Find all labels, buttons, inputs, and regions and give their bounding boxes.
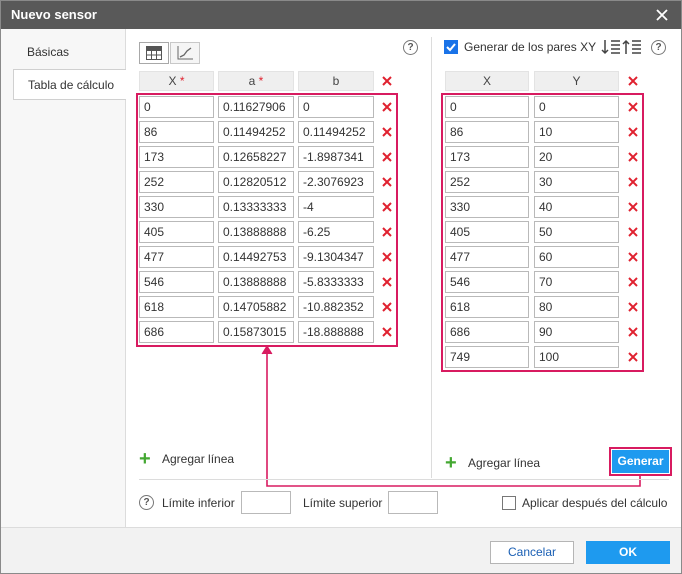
limits-help-icon[interactable]: ? bbox=[139, 495, 154, 510]
upper-limit-input[interactable] bbox=[388, 491, 438, 514]
new-sensor-dialog: Nuevo sensor Básicas Tabla de cálculo ? … bbox=[0, 0, 682, 574]
upper-limit-label: Límite superior bbox=[303, 496, 383, 510]
connector-arrow bbox=[261, 345, 641, 487]
tab-basicas[interactable]: Básicas bbox=[13, 37, 126, 68]
tab-basicas-label: Básicas bbox=[27, 45, 70, 59]
tab-tabla-de-calculo[interactable]: Tabla de cálculo bbox=[13, 69, 126, 100]
lower-limit-label: Límite inferior bbox=[162, 496, 235, 510]
ok-button[interactable]: OK bbox=[586, 541, 670, 564]
apply-after-checkbox[interactable] bbox=[502, 496, 516, 510]
dialog-footer: Cancelar OK bbox=[1, 527, 681, 573]
close-icon[interactable] bbox=[651, 4, 673, 26]
dialog-title: Nuevo sensor bbox=[11, 7, 97, 22]
bottom-divider bbox=[139, 479, 669, 480]
cancel-button[interactable]: Cancelar bbox=[490, 541, 574, 564]
lower-limit-input[interactable] bbox=[241, 491, 291, 514]
calc-table-panel: ? X * a * b 0 0.11627906 0 86 0.11494252 0.11… bbox=[127, 29, 681, 527]
title-bar: Nuevo sensor bbox=[1, 1, 681, 29]
tab-tabla-label: Tabla de cálculo bbox=[28, 78, 115, 92]
sidebar: Básicas Tabla de cálculo bbox=[1, 29, 126, 527]
apply-after-label: Aplicar después del cálculo bbox=[522, 496, 668, 510]
